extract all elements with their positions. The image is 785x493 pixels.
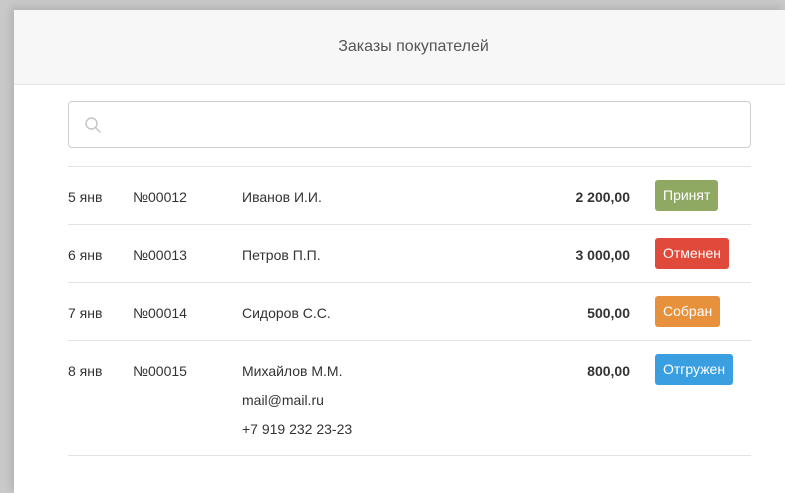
order-number: №00013: [133, 247, 187, 263]
order-date: 8 янв: [68, 363, 103, 379]
order-date: 5 янв: [68, 189, 103, 205]
order-row[interactable]: 8 янв №00015 Михайлов М.М. mail@mail.ru …: [68, 341, 751, 456]
search-box[interactable]: [68, 101, 751, 148]
order-number: №00014: [133, 305, 187, 321]
order-number: №00012: [133, 189, 187, 205]
order-customer: Сидоров С.С.: [242, 305, 331, 321]
order-number: №00015: [133, 363, 187, 379]
status-badge: Собран: [655, 296, 721, 327]
status-badge: Отгружен: [655, 354, 734, 385]
order-sum: 2 200,00: [575, 189, 631, 205]
order-email[interactable]: mail@mail.ru: [242, 392, 324, 408]
order-row[interactable]: 5 янв №00012 Иванов И.И. 2 200,00 Принят: [68, 167, 751, 225]
order-phone[interactable]: +7 919 232 23-23: [242, 421, 352, 437]
order-row[interactable]: 7 янв №00014 Сидоров С.С. 500,00 Собран: [68, 283, 751, 341]
order-sum: 3 000,00: [575, 247, 631, 263]
order-sum: 800,00: [587, 363, 630, 379]
status-badge: Принят: [655, 180, 719, 211]
search-icon: [84, 116, 102, 134]
page-header: Заказы покупателей: [14, 10, 785, 85]
order-customer: Михайлов М.М.: [242, 363, 343, 379]
order-date: 6 янв: [68, 247, 103, 263]
order-customer: Петров П.П.: [242, 247, 321, 263]
order-row[interactable]: 6 янв №00013 Петров П.П. 3 000,00 Отмене…: [68, 225, 751, 283]
order-sum: 500,00: [587, 305, 630, 321]
orders-list: 5 янв №00012 Иванов И.И. 2 200,00 Принят…: [68, 166, 751, 456]
orders-window: Заказы покупателей 5 янв №00012 Иванов И…: [14, 10, 785, 493]
order-date: 7 янв: [68, 305, 103, 321]
page-title: Заказы покупателей: [338, 38, 489, 55]
search-input[interactable]: [113, 102, 733, 147]
order-customer: Иванов И.И.: [242, 189, 322, 205]
status-badge: Отменен: [655, 238, 729, 269]
